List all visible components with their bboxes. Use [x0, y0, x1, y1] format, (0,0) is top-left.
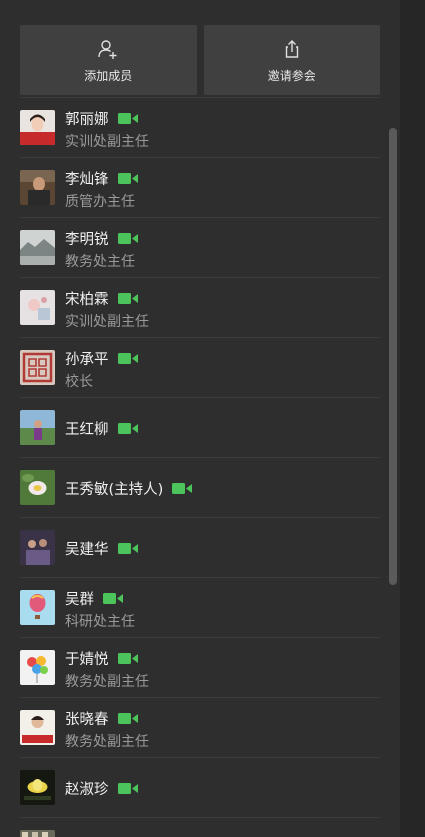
video-camera-icon: [117, 353, 138, 364]
participant-row[interactable]: 李明锐 教务处主任: [20, 217, 380, 277]
participant-name: 郭丽娜: [65, 112, 109, 128]
participant-row[interactable]: 宋柏霖 实训处副主任: [20, 277, 380, 337]
participant-row[interactable]: 赵淑珍: [20, 757, 380, 817]
participant-name: 于婧悦: [65, 652, 109, 668]
participant-title: 质管办主任: [65, 194, 135, 210]
avatar: [20, 350, 55, 385]
participant-row[interactable]: 郭丽娜 实训处副主任: [20, 97, 380, 157]
scrollbar-thumb[interactable]: [389, 128, 397, 585]
participant-row[interactable]: 张晓春 教务处副主任: [20, 697, 380, 757]
participant-row[interactable]: 王红柳: [20, 397, 380, 457]
participant-name: 李灿锋: [65, 172, 109, 188]
video-camera-icon: [117, 233, 138, 244]
video-camera-icon: [117, 713, 138, 724]
add-user-icon: [98, 40, 117, 59]
avatar: [20, 650, 55, 685]
share-icon: [285, 40, 298, 58]
participant-name: 李明锐: [65, 232, 109, 248]
participant-name: 王红柳: [65, 422, 109, 438]
avatar: [20, 770, 55, 805]
participant-title: 校长: [65, 374, 93, 390]
participant-name: 吴建华: [65, 542, 109, 558]
add-member-button[interactable]: 添加成员: [20, 25, 197, 95]
video-camera-icon: [117, 783, 138, 794]
participant-title: 教务处副主任: [65, 734, 149, 750]
video-camera-icon: [117, 293, 138, 304]
participant-row[interactable]: 王秀敏(主持人): [20, 457, 380, 517]
participant-title: 教务处主任: [65, 254, 135, 270]
video-camera-icon: [117, 423, 138, 434]
video-camera-icon: [117, 173, 138, 184]
side-divider: [400, 0, 425, 837]
participant-name: 宋柏霖: [65, 292, 109, 308]
participant-row[interactable]: [20, 817, 380, 837]
video-camera-icon: [117, 113, 138, 124]
participant-row[interactable]: 孙承平 校长: [20, 337, 380, 397]
participant-name: 张晓春: [65, 712, 109, 728]
avatar: [20, 290, 55, 325]
add-member-label: 添加成员: [84, 69, 133, 83]
participant-name: 孙承平: [65, 352, 109, 368]
participant-row[interactable]: 于婧悦 教务处副主任: [20, 637, 380, 697]
avatar: [20, 710, 55, 745]
avatar: [20, 110, 55, 145]
participant-row[interactable]: 李灿锋 质管办主任: [20, 157, 380, 217]
video-camera-icon: [117, 653, 138, 664]
participant-title: 实训处副主任: [65, 314, 149, 330]
video-camera-icon: [117, 543, 138, 554]
participant-name: 王秀敏(主持人): [65, 482, 164, 498]
avatar: [20, 830, 55, 837]
invite-label: 邀请参会: [267, 69, 316, 83]
avatar: [20, 170, 55, 205]
video-camera-icon: [103, 593, 123, 604]
invite-button[interactable]: 邀请参会: [203, 25, 380, 95]
avatar: [20, 470, 55, 505]
participant-row[interactable]: 吴群 科研处主任: [20, 577, 380, 637]
participant-name: 吴群: [65, 592, 94, 608]
action-bar: 添加成员 邀请参会: [20, 25, 380, 95]
participant-title: 实训处副主任: [65, 134, 149, 150]
participant-list: 郭丽娜 实训处副主任 李灿锋 质管办主任 李明锐 教务处主任 宋柏霖 实训处副主…: [20, 97, 380, 837]
avatar: [20, 530, 55, 565]
participant-row[interactable]: 吴建华: [20, 517, 380, 577]
participants-panel: 添加成员 邀请参会 郭丽娜 实训处副主任 李灿锋 质管办主任 李明锐 教务处主任…: [0, 0, 400, 837]
avatar: [20, 230, 55, 265]
video-camera-icon: [172, 483, 193, 494]
avatar: [20, 590, 55, 625]
participant-title: 科研处主任: [65, 614, 135, 630]
avatar: [20, 410, 55, 445]
participant-name: 赵淑珍: [65, 782, 109, 798]
participant-title: 教务处副主任: [65, 674, 149, 690]
